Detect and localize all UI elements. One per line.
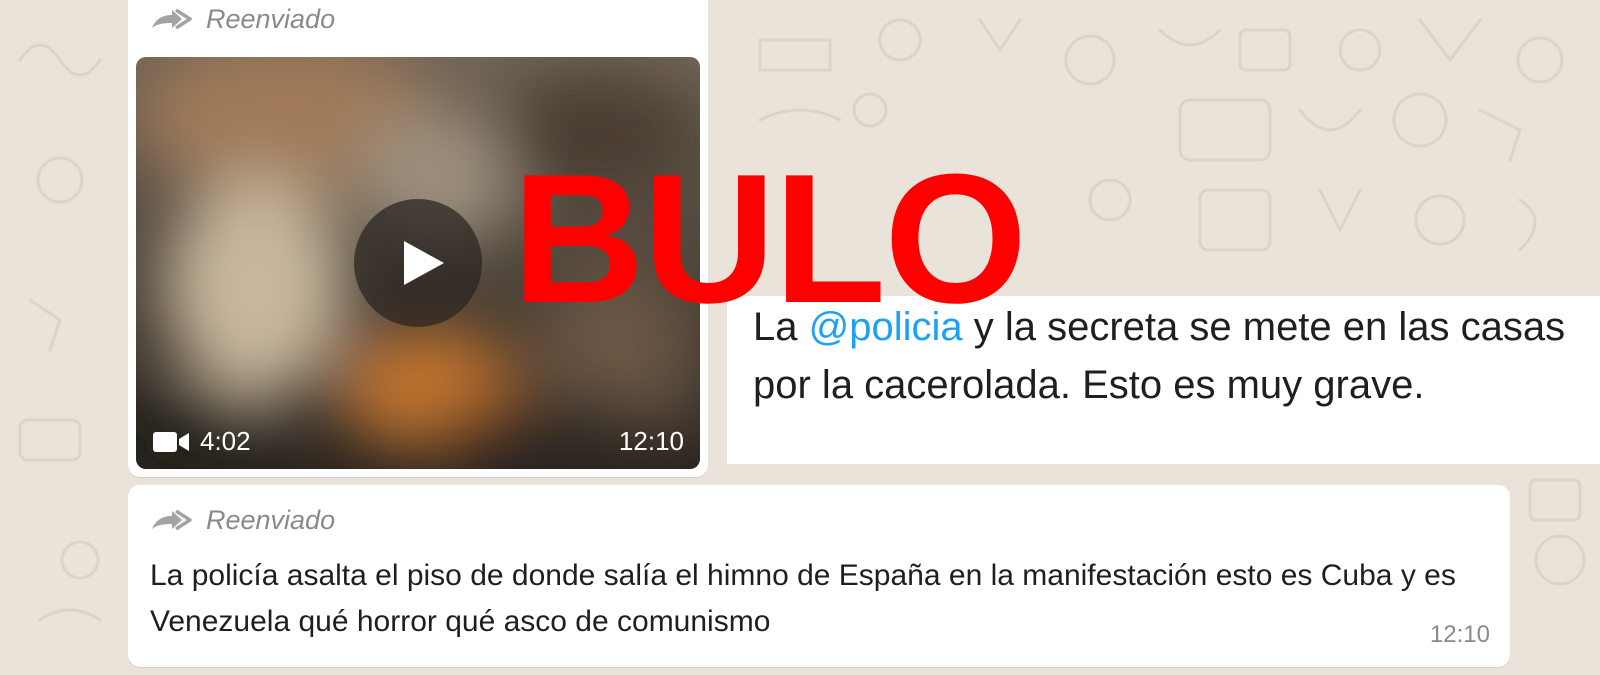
- duration-label: 4:02: [200, 426, 251, 456]
- message-text: La policía asalta el piso de donde salía…: [150, 559, 1456, 638]
- play-icon[interactable]: [354, 199, 482, 327]
- forward-icon: [152, 509, 192, 530]
- text-message-bubble: Reenviado La policía asalta el piso de d…: [128, 485, 1510, 667]
- forwarded-label: Reenviado: [206, 4, 336, 34]
- video-duration: 4:02: [152, 426, 251, 457]
- forward-icon: [152, 8, 192, 29]
- video-message-time: 12:10: [618, 426, 684, 456]
- forwarded-label: Reenviado: [206, 505, 336, 535]
- forwarded-indicator: Reenviado: [150, 505, 335, 536]
- video-camera-icon: [153, 431, 189, 452]
- forwarded-indicator: Reenviado: [150, 4, 335, 35]
- message-time: 12:10: [1429, 621, 1490, 648]
- hoax-stamp: BULO: [512, 135, 1027, 341]
